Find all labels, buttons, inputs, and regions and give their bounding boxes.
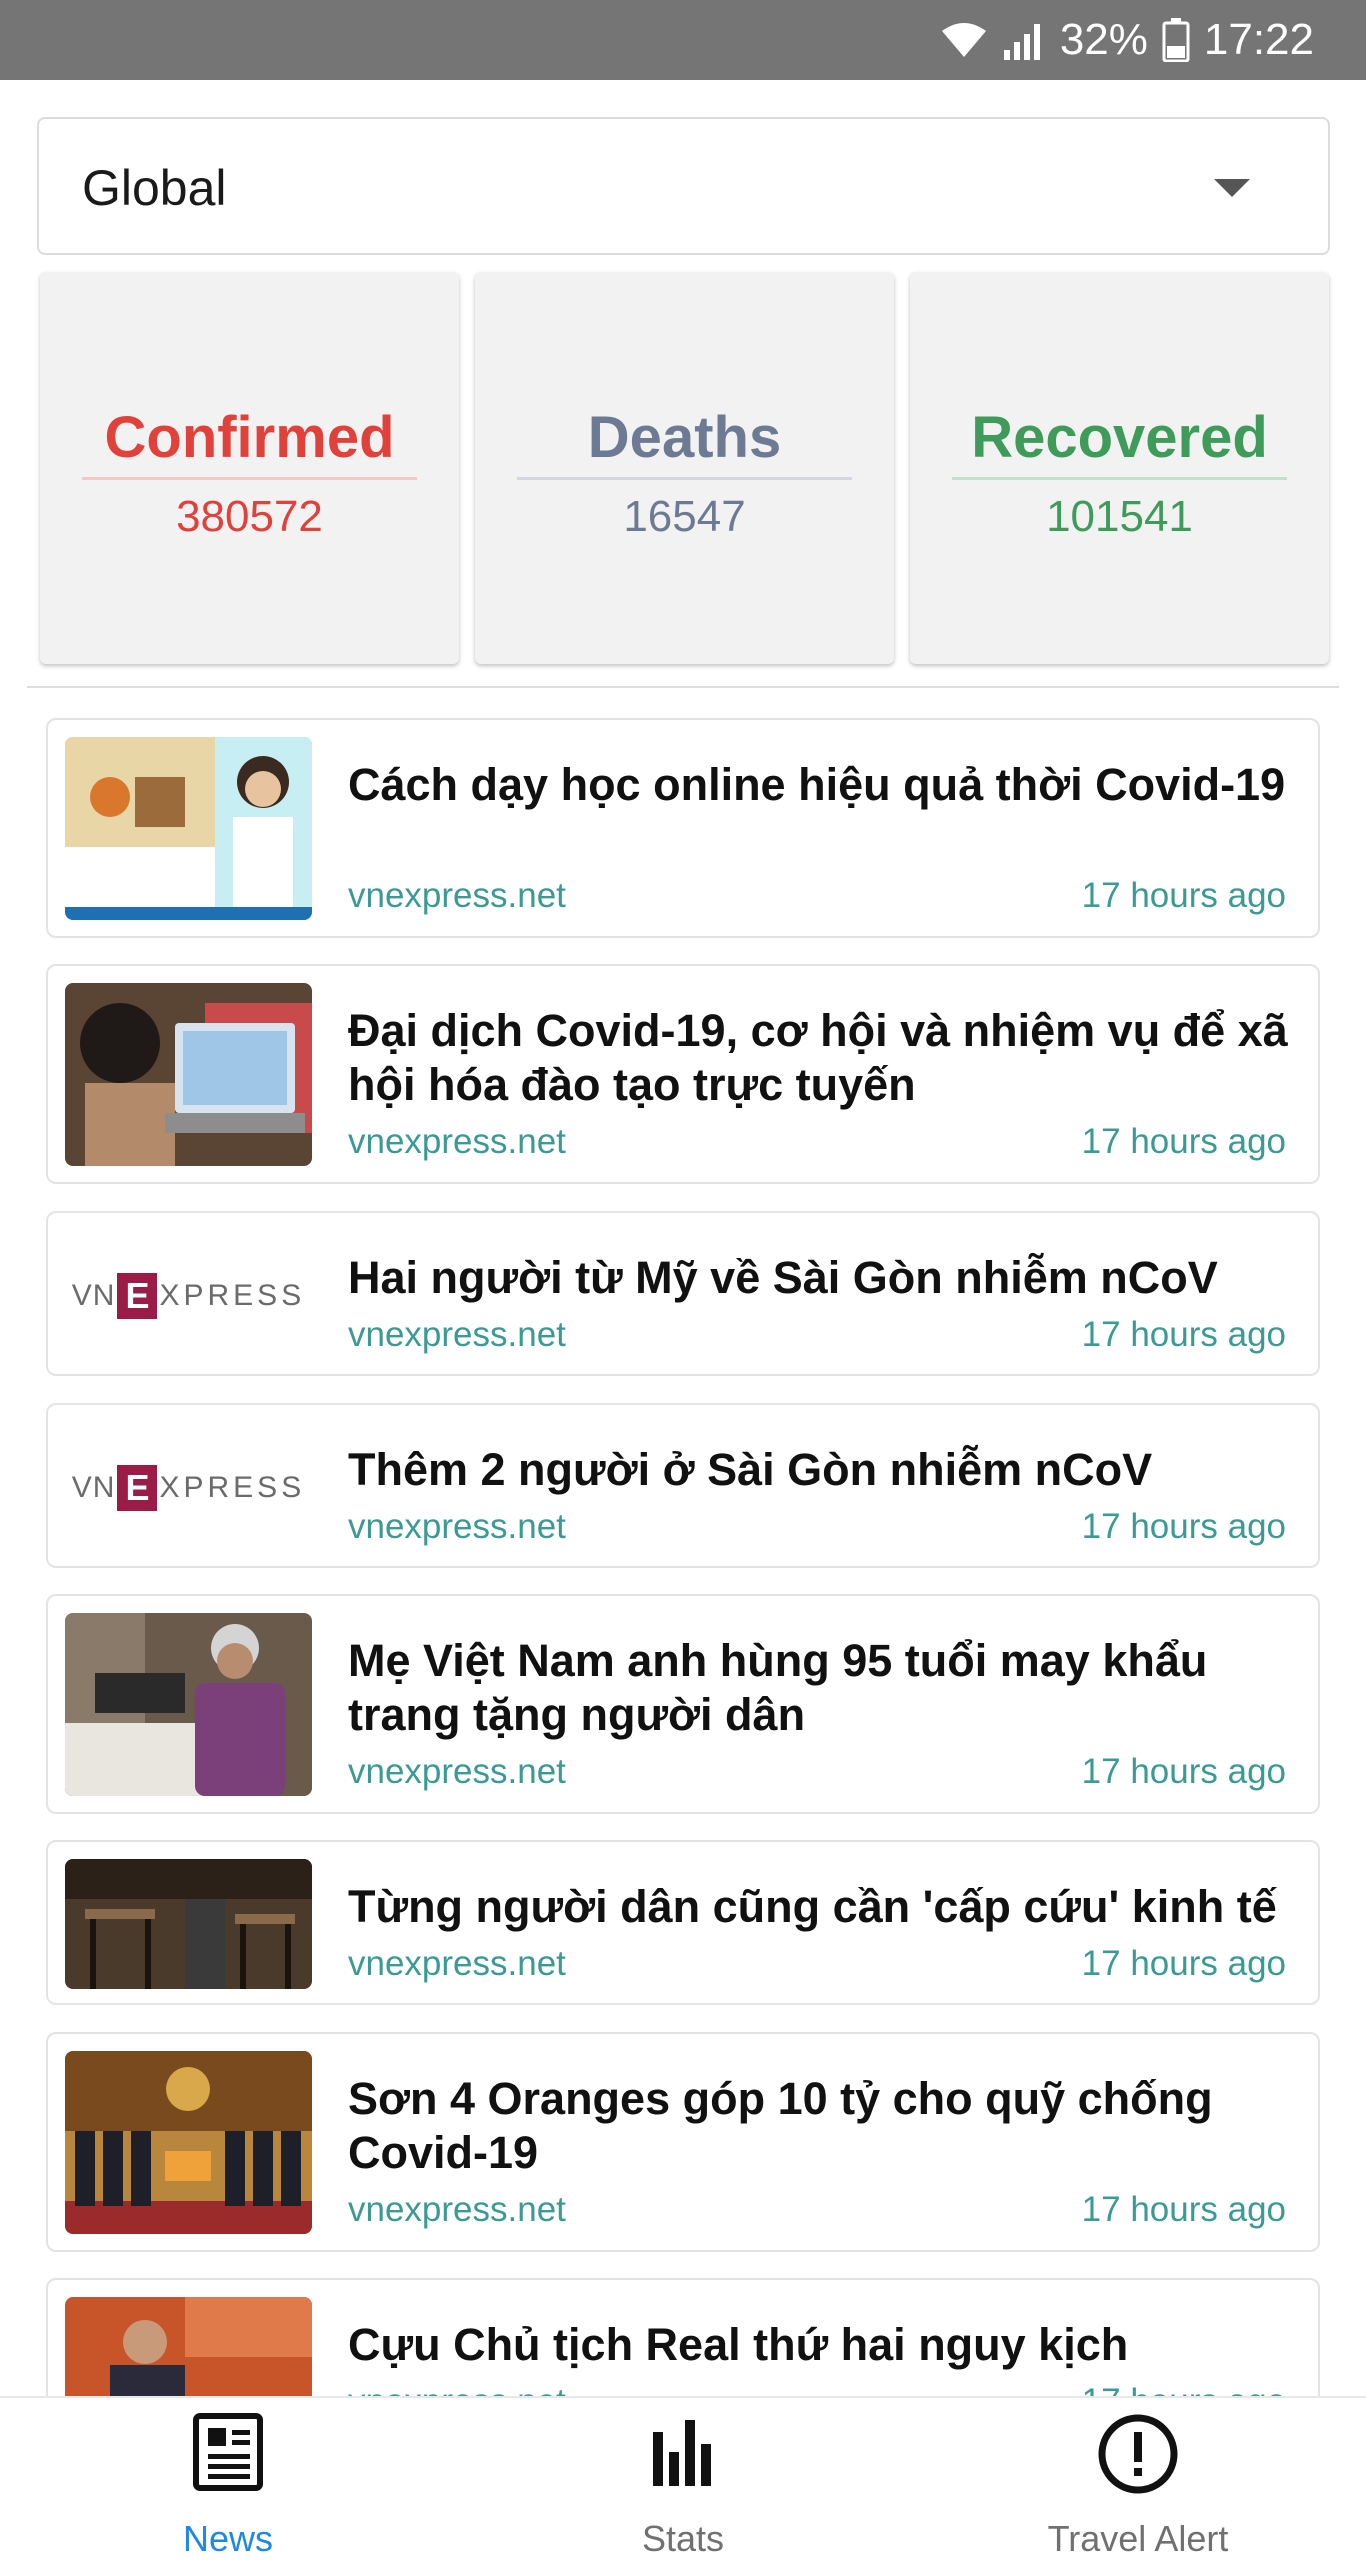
recovered-underline — [952, 477, 1287, 480]
news-time: 17 hours ago — [1081, 876, 1286, 915]
region-dropdown-value: Global — [82, 160, 227, 216]
deaths-label: Deaths — [587, 405, 782, 470]
news-title: Từng người dân cũng cần 'cấp cứu' kinh t… — [348, 1881, 1277, 1932]
news-time: 17 hours ago — [1081, 2190, 1286, 2229]
news-item[interactable]: VN E XPRESS Hai người từ Mỹ về Sài Gòn nhi… — [46, 1211, 1320, 1376]
nav-news-tab[interactable]: News — [78, 2398, 378, 2560]
news-title: Mẹ Việt Nam anh hùng 95 tuổi may khẩu tr… — [348, 1635, 1208, 1740]
news-source: vnexpress.net — [348, 1315, 566, 1354]
vnexpress-logo: VN E XPRESS — [65, 1458, 312, 1518]
news-item[interactable]: Sơn 4 Oranges góp 10 tỷ cho quỹ chống Co… — [46, 2032, 1320, 2252]
news-source: vnexpress.net — [348, 1752, 566, 1791]
battery-icon — [1162, 18, 1190, 62]
signal-icon — [1003, 24, 1040, 60]
confirmed-card: Confirmed 380572 — [40, 272, 459, 664]
bar-chart-icon — [653, 2420, 711, 2486]
news-source: vnexpress.net — [348, 2190, 566, 2229]
wifi-icon — [941, 23, 986, 57]
chevron-down-icon — [1214, 179, 1250, 197]
news-title: Thêm 2 người ở Sài Gòn nhiễm nCoV — [348, 1444, 1153, 1495]
news-time: 17 hours ago — [1081, 1315, 1286, 1354]
news-time: 17 hours ago — [1081, 1752, 1286, 1791]
news-thumbnail — [65, 2051, 312, 2234]
recovered-value: 101541 — [1046, 492, 1193, 541]
news-thumbnail — [65, 983, 312, 1166]
nav-stats-label: Stats — [641, 2518, 725, 2559]
newspaper-icon — [193, 2413, 263, 2491]
alert-circle-icon — [1098, 2414, 1178, 2494]
nav-news-label: News — [182, 2518, 274, 2559]
news-thumbnail — [65, 737, 312, 920]
news-source: vnexpress.net — [348, 1507, 566, 1546]
news-title: Đại dịch Covid-19, cơ hội và nhiệm vụ để… — [348, 1005, 1288, 1110]
battery-percent: 32% — [1059, 15, 1148, 64]
news-title: Sơn 4 Oranges góp 10 tỷ cho quỹ chống Co… — [348, 2073, 1213, 2178]
recovered-label: Recovered — [971, 405, 1268, 470]
nav-travel-alert-tab[interactable]: Travel Alert — [988, 2398, 1288, 2560]
recovered-card: Recovered 101541 — [910, 272, 1329, 664]
news-thumbnail — [65, 1613, 312, 1796]
news-item[interactable]: Đại dịch Covid-19, cơ hội và nhiệm vụ để… — [46, 964, 1320, 1184]
confirmed-underline — [82, 477, 417, 480]
news-title: Hai người từ Mỹ về Sài Gòn nhiễm nCoV — [348, 1252, 1218, 1303]
news-title: Cách dạy học online hiệu quả thời Covid-… — [348, 759, 1286, 810]
news-time: 17 hours ago — [1081, 1122, 1286, 1161]
news-source: vnexpress.net — [348, 876, 566, 915]
nav-stats-tab[interactable]: Stats — [533, 2398, 833, 2560]
news-item[interactable]: Cách dạy học online hiệu quả thời Covid-… — [46, 718, 1320, 938]
nav-travel-alert-label: Travel Alert — [1047, 2518, 1229, 2559]
region-dropdown[interactable]: Global — [37, 117, 1330, 255]
news-item[interactable]: VN E XPRESS Thêm 2 người ở Sài Gòn nhiễm n… — [46, 1403, 1320, 1568]
clock: 17:22 — [1203, 15, 1314, 64]
confirmed-label: Confirmed — [104, 405, 395, 470]
status-bar: 32% 17:22 — [0, 0, 1366, 80]
news-item[interactable]: Từng người dân cũng cần 'cấp cứu' kinh t… — [46, 1840, 1320, 2005]
news-time: 17 hours ago — [1081, 1507, 1286, 1546]
confirmed-value: 380572 — [176, 492, 323, 541]
deaths-underline — [517, 477, 852, 480]
news-source: vnexpress.net — [348, 1944, 566, 1983]
deaths-value: 16547 — [623, 492, 746, 541]
news-thumbnail — [65, 1859, 312, 1989]
news-title: Cựu Chủ tịch Real thứ hai nguy kịch — [348, 2319, 1129, 2370]
news-time: 17 hours ago — [1081, 1944, 1286, 1983]
divider — [27, 686, 1339, 688]
news-source: vnexpress.net — [348, 1122, 566, 1161]
deaths-card: Deaths 16547 — [475, 272, 894, 664]
bottom-navigation: News Stats Travel Alert — [0, 2396, 1366, 2560]
vnexpress-logo: VN E XPRESS — [65, 1266, 312, 1326]
news-item[interactable]: Mẹ Việt Nam anh hùng 95 tuổi may khẩu tr… — [46, 1594, 1320, 1814]
